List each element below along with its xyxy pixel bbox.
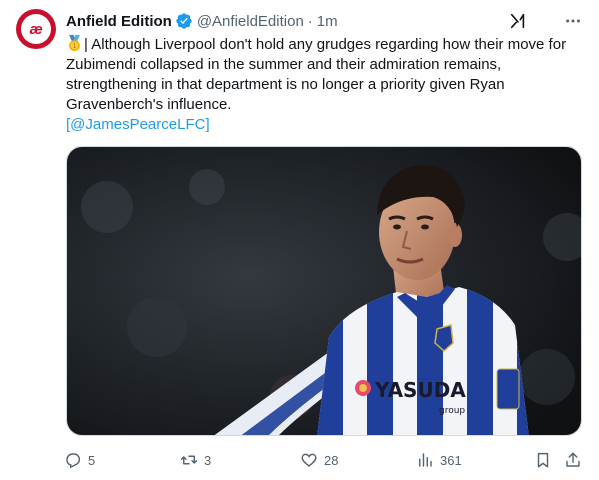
avatar[interactable]: æ [16, 9, 56, 49]
share-button[interactable] [564, 449, 582, 471]
heart-icon [301, 453, 317, 467]
share-icon [566, 452, 580, 467]
tweet-text-line-3: strengthening in that department is no l… [66, 76, 505, 93]
views-count: 361 [440, 452, 462, 468]
more-icon[interactable] [564, 12, 582, 30]
medal-emoji-icon: 1 [69, 34, 80, 52]
separator-dot: · [307, 12, 313, 30]
retweet-count: 3 [204, 452, 212, 468]
display-name[interactable]: Anfield Edition [66, 13, 172, 30]
tweet-text-line-5: [@JamesPearceLFC] [66, 115, 588, 135]
tweet-header: Anfield Edition @AnfieldEdition · 1m [66, 10, 338, 32]
shirt-sponsor-subtext: group [439, 406, 465, 416]
svg-text:1: 1 [72, 43, 76, 50]
tweet-media-photo[interactable]: YASUDA group [66, 146, 582, 436]
retweet-icon [180, 455, 198, 465]
reply-button[interactable]: 5 [64, 449, 95, 471]
like-count: 28 [324, 452, 339, 468]
bookmark-button[interactable] [534, 449, 552, 471]
bookmark-icon [537, 452, 549, 468]
retweet-button[interactable]: 3 [180, 449, 211, 471]
verified-badge-icon [176, 13, 192, 29]
tweet-text: 1 | Although Liverpool don't hold any gru… [66, 34, 588, 135]
user-handle[interactable]: @AnfieldEdition [197, 13, 304, 30]
like-button[interactable]: 28 [300, 449, 338, 471]
tweet-text-line-2: Zubimendi collapsed in the summer and th… [66, 56, 502, 73]
timestamp[interactable]: 1m [317, 13, 338, 30]
tweet-text-line-4: Gravenberch's influence. [66, 96, 232, 113]
avatar-logo: æ [21, 14, 51, 44]
shirt-sponsor-text: YASUDA [374, 378, 466, 402]
grok-icon[interactable] [509, 12, 527, 30]
views-button[interactable]: 361 [416, 449, 462, 471]
reply-count: 5 [88, 452, 96, 468]
tweet-text-line-1: 1 | Although Liverpool don't hold any gru… [66, 34, 588, 55]
player-photo: YASUDA group [67, 147, 581, 435]
views-icon [419, 453, 432, 467]
reply-icon [66, 453, 81, 469]
mention-bracket-close: ] [205, 116, 210, 133]
mention-link[interactable]: @JamesPearceLFC [70, 116, 205, 133]
tweet-actions: 5 3 28 361 [0, 449, 599, 471]
tweet-card[interactable]: æ Anfield Edition @AnfieldEdition · 1m 1… [0, 0, 599, 480]
